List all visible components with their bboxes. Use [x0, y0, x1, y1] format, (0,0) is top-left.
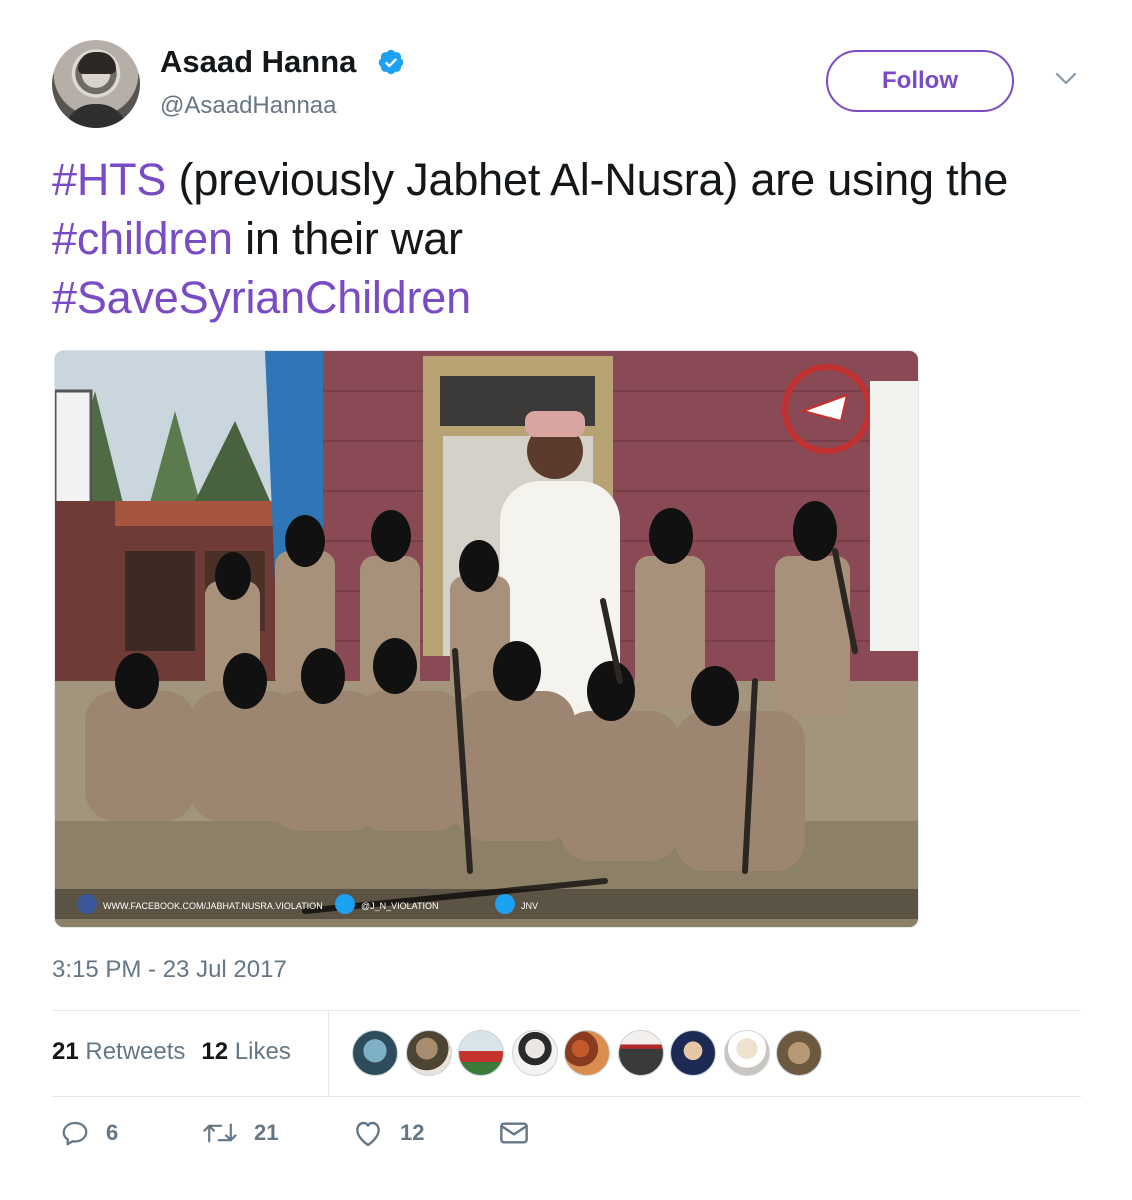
- hashtag-link[interactable]: #children: [52, 213, 233, 264]
- retweet-count: 21: [254, 1120, 279, 1145]
- divider: [52, 1096, 1081, 1097]
- like-count: 12: [400, 1120, 425, 1145]
- chevron-down-icon[interactable]: [1055, 72, 1077, 86]
- retweet-icon: [203, 1123, 237, 1143]
- divider: [52, 1010, 1081, 1011]
- envelope-icon: [500, 1122, 528, 1144]
- tweet-header: Asaad Hanna @AsaadHannaa Follow: [52, 40, 1092, 130]
- avatar-shirt: [64, 104, 128, 128]
- tweet-text-segment: (previously Jabhet Al-Nusra) are using t…: [166, 154, 1009, 205]
- liker-avatar[interactable]: [458, 1030, 504, 1076]
- tweet-actions: 6 21 12: [52, 1118, 652, 1162]
- retweet-button[interactable]: 21: [202, 1118, 278, 1148]
- liker-avatar[interactable]: [512, 1030, 558, 1076]
- tweet-text-segment: in their war: [232, 213, 463, 264]
- likes-label: Likes: [234, 1038, 291, 1065]
- hashtag-link[interactable]: #SaveSyrianChildren: [52, 272, 471, 323]
- display-name[interactable]: Asaad Hanna: [160, 44, 356, 80]
- retweets-count: 21: [52, 1038, 79, 1065]
- photo-watermark-facebook: WWW.FACEBOOK.COM/JABHAT.NUSRA.VIOLATION: [103, 901, 323, 911]
- liker-avatar[interactable]: [776, 1030, 822, 1076]
- verified-badge-icon: [378, 49, 404, 75]
- reply-count: 6: [106, 1120, 119, 1145]
- tweet-text: #HTS (previously Jabhet Al-Nusra) are us…: [52, 150, 1092, 327]
- hashtag-link[interactable]: #HTS: [52, 154, 166, 205]
- liker-avatar[interactable]: [724, 1030, 770, 1076]
- photo-scene: WWW.FACEBOOK.COM/JABHAT.NUSRA.VIOLATION …: [55, 351, 918, 927]
- liker-avatar[interactable]: [618, 1030, 664, 1076]
- tweet-stats: 21 Retweets 12 Likes: [52, 1038, 291, 1066]
- likes-count: 12: [201, 1038, 229, 1065]
- likes-stat[interactable]: 12 Likes: [201, 1038, 290, 1065]
- photo-watermark-other: JNV: [521, 901, 538, 911]
- photo-watermark-twitter: @J_N_VIOLATION: [361, 901, 439, 911]
- direct-message-button[interactable]: [498, 1118, 546, 1148]
- tweet-timestamp[interactable]: 3:15 PM - 23 Jul 2017: [52, 956, 287, 984]
- reply-icon: [62, 1121, 88, 1146]
- liker-avatar[interactable]: [406, 1030, 452, 1076]
- follow-button[interactable]: Follow: [826, 50, 1014, 112]
- heart-icon: [356, 1121, 380, 1147]
- tweet-photo[interactable]: WWW.FACEBOOK.COM/JABHAT.NUSRA.VIOLATION …: [54, 350, 919, 928]
- retweets-stat[interactable]: 21 Retweets: [52, 1038, 185, 1065]
- reply-button[interactable]: 6: [60, 1118, 118, 1148]
- stats-separator: [328, 1012, 329, 1096]
- liker-avatar[interactable]: [352, 1030, 398, 1076]
- user-handle[interactable]: @AsaadHannaa: [160, 92, 336, 120]
- liker-avatar[interactable]: [564, 1030, 610, 1076]
- retweets-label: Retweets: [85, 1038, 186, 1065]
- avatar-hair: [78, 52, 116, 74]
- avatar[interactable]: [52, 40, 140, 128]
- like-button[interactable]: 12: [352, 1118, 424, 1148]
- liker-avatar[interactable]: [670, 1030, 716, 1076]
